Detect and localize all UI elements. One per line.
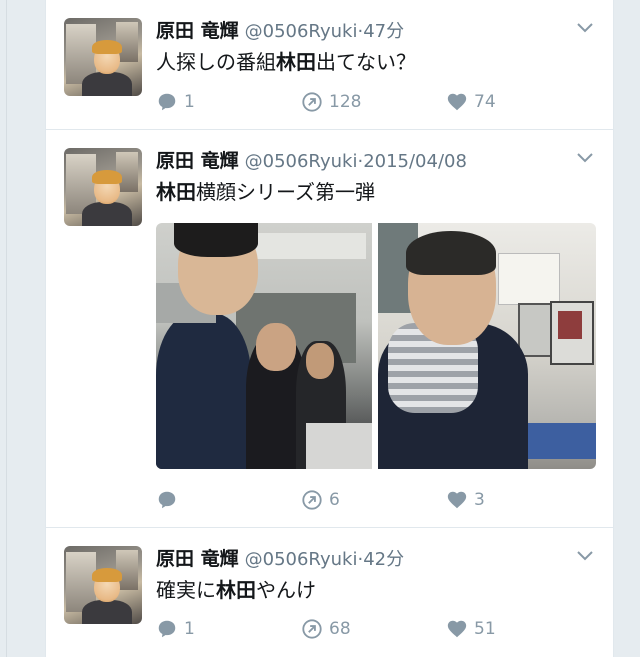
timestamp[interactable]: 2015/04/08 — [363, 151, 467, 172]
photo[interactable] — [156, 223, 372, 469]
display-name[interactable]: 原田 竜輝 — [156, 548, 239, 570]
username[interactable]: @0506Ryuki — [245, 151, 358, 172]
like-count: 3 — [474, 490, 485, 510]
like-button[interactable]: 3 — [446, 488, 485, 512]
chevron-down-icon[interactable] — [575, 546, 595, 566]
display-name[interactable]: 原田 竜輝 — [156, 20, 239, 42]
page-edge — [0, 0, 7, 657]
retweet-count: 6 — [329, 490, 340, 510]
tweet[interactable]: 原田 竜輝 @0506Ryuki·42分 確実に林田やんけ 1 68 51 — [46, 528, 613, 657]
tweet-text: 林田横顔シリーズ第一弾 — [156, 180, 375, 204]
like-count: 51 — [474, 619, 496, 639]
retweet-icon — [302, 619, 322, 639]
reply-icon — [158, 491, 176, 509]
like-button[interactable]: 74 — [446, 90, 496, 114]
timestamp[interactable]: 47分 — [363, 21, 404, 42]
photo-grid — [156, 223, 596, 469]
highlighted-keyword: 林田 — [156, 180, 196, 204]
avatar[interactable] — [64, 546, 142, 624]
display-name[interactable]: 原田 竜輝 — [156, 150, 239, 172]
tweet-actions: 1 128 74 — [156, 90, 576, 114]
tweet-text: 確実に林田やんけ — [156, 578, 316, 602]
timeline: 原田 竜輝 @0506Ryuki·47分 人探しの番組林田出てない？ 1 128 … — [45, 0, 614, 657]
retweet-count: 68 — [329, 619, 351, 639]
tweet-text: 人探しの番組林田出てない？ — [156, 50, 416, 74]
username[interactable]: @0506Ryuki — [245, 21, 358, 42]
reply-button[interactable]: 1 — [156, 90, 195, 114]
tweet-header: 原田 竜輝 @0506Ryuki·2015/04/08 — [156, 146, 467, 172]
highlighted-keyword: 林田 — [276, 50, 316, 74]
timestamp[interactable]: 42分 — [363, 549, 404, 570]
heart-icon — [447, 491, 467, 509]
retweet-button[interactable]: 68 — [301, 617, 351, 641]
tweet[interactable]: 原田 竜輝@0506Ryuki·2015/04/08 林田横顔シリーズ第一弾 — [46, 130, 613, 528]
chevron-down-icon[interactable] — [575, 148, 595, 168]
retweet-count: 128 — [329, 92, 362, 112]
retweet-button[interactable]: 6 — [301, 488, 340, 512]
reply-icon — [158, 620, 176, 638]
tweet[interactable]: 原田 竜輝 @0506Ryuki·47分 人探しの番組林田出てない？ 1 128 … — [46, 0, 613, 130]
username[interactable]: @0506Ryuki — [245, 549, 358, 570]
tweet-header: 原田 竜輝 @0506Ryuki·47分 — [156, 16, 404, 42]
reply-icon — [158, 93, 176, 111]
like-button[interactable]: 51 — [446, 617, 496, 641]
tweet-actions: 1 68 51 — [156, 617, 576, 641]
tweet-actions: 6 3 — [156, 488, 576, 512]
avatar[interactable] — [64, 148, 142, 226]
tweet-header: 原田 竜輝 @0506Ryuki·42分 — [156, 544, 404, 570]
like-count: 74 — [474, 92, 496, 112]
heart-icon — [447, 93, 467, 111]
reply-button[interactable] — [156, 488, 184, 512]
highlighted-keyword: 林田 — [216, 578, 256, 602]
heart-icon — [447, 620, 467, 638]
chevron-down-icon[interactable] — [575, 18, 595, 38]
retweet-button[interactable]: 128 — [301, 90, 361, 114]
avatar[interactable] — [64, 18, 142, 96]
reply-count: 1 — [184, 92, 195, 112]
reply-button[interactable]: 1 — [156, 617, 195, 641]
reply-count: 1 — [184, 619, 195, 639]
retweet-icon — [302, 490, 322, 510]
retweet-icon — [302, 92, 322, 112]
photo[interactable] — [378, 223, 596, 469]
